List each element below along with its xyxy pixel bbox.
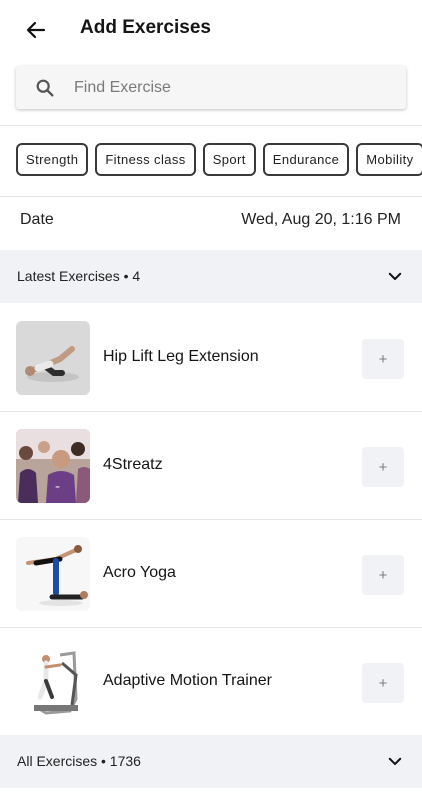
date-label: Date [20, 211, 54, 228]
add-exercise-button[interactable]: + [362, 663, 404, 703]
exercise-name: Hip Lift Leg Extension [103, 348, 259, 365]
exercise-name: Adaptive Motion Trainer [103, 672, 272, 689]
arrow-left-icon [26, 21, 46, 39]
latest-exercises-label: Latest Exercises • 4 [17, 268, 141, 284]
all-exercises-label: All Exercises • 1736 [17, 753, 141, 769]
plus-icon: + [378, 566, 388, 584]
category-chips: Strength Fitness class Sport Endurance Mobil… [16, 143, 422, 176]
all-exercises-header[interactable]: All Exercises • 1736 [0, 735, 422, 788]
search-icon [36, 79, 54, 97]
exercise-row[interactable]: Acro Yoga + [0, 520, 422, 628]
exercise-name: Acro Yoga [103, 564, 176, 581]
divider [0, 125, 422, 126]
app-header: Add Exercises [0, 0, 422, 58]
plus-icon: + [378, 458, 388, 476]
chevron-down-icon [388, 757, 402, 765]
date-value[interactable]: Wed, Aug 20, 1:16 PM [241, 211, 401, 229]
exercise-row[interactable]: ≈ 4Streatz + [0, 412, 422, 520]
exercise-thumbnail [16, 645, 90, 719]
plus-icon: + [378, 674, 388, 692]
exercise-thumbnail: ≈ [16, 429, 90, 503]
chip-fitness-class[interactable]: Fitness class [95, 143, 196, 176]
exercise-name: 4Streatz [103, 456, 163, 473]
chip-endurance[interactable]: Endurance [262, 143, 350, 176]
page-title: Add Exercises [80, 17, 211, 38]
add-exercise-button[interactable]: + [362, 447, 404, 487]
exercise-row[interactable]: Hip Lift Leg Extension + [0, 304, 422, 412]
chevron-down-icon [388, 272, 402, 280]
back-button[interactable] [22, 16, 50, 44]
exercise-thumbnail [16, 537, 90, 611]
plus-icon: + [378, 350, 388, 368]
date-row[interactable]: Date Wed, Aug 20, 1:16 PM [0, 197, 422, 250]
chip-sport[interactable]: Sport [202, 143, 256, 176]
exercise-row[interactable]: Adaptive Motion Trainer + [0, 628, 422, 736]
add-exercise-button[interactable]: + [362, 555, 404, 595]
add-exercise-button[interactable]: + [362, 339, 404, 379]
svg-text:≈: ≈ [55, 484, 60, 491]
latest-exercises-header[interactable]: Latest Exercises • 4 [0, 250, 422, 303]
chip-mobility[interactable]: Mobility [356, 143, 422, 176]
chip-strength[interactable]: Strength [16, 143, 89, 176]
search-input[interactable] [72, 77, 376, 98]
exercise-thumbnail [16, 321, 90, 395]
search-bar[interactable] [16, 66, 406, 109]
